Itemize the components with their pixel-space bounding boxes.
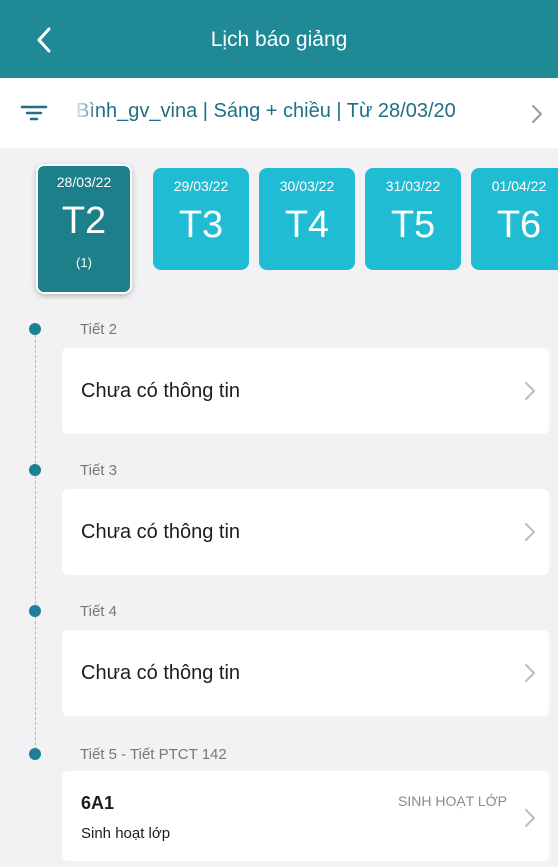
period-label: Tiết 2: [80, 321, 117, 338]
day-tab-t5[interactable]: 31/03/22 T5: [365, 168, 461, 270]
filter-summary-text: ị Bình_gv_vina | Sáng + chiều | Từ 28/03…: [72, 100, 456, 122]
timeline-dot: [29, 605, 41, 617]
timeline-dot: [29, 464, 41, 476]
chevron-right-icon: [525, 523, 535, 541]
filter-fade: [72, 96, 98, 130]
period-label: Tiết 5 - Tiết PTCT 142: [80, 746, 227, 763]
day-selector: 28/03/22 T2 (1) 29/03/22 T3 30/03/22 T4 …: [0, 150, 558, 300]
day-date: 01/04/22: [491, 178, 547, 194]
day-tab-t3[interactable]: 29/03/22 T3: [153, 168, 249, 270]
chevron-right-icon: [525, 809, 535, 827]
lesson-type: SINH HOẠT LỚP: [398, 793, 507, 809]
day-label: T3: [178, 204, 224, 246]
chevron-right-icon[interactable]: [526, 102, 548, 126]
chevron-right-icon: [525, 382, 535, 400]
day-date: 30/03/22: [279, 178, 335, 194]
period-content: Chưa có thông tin: [81, 521, 241, 543]
lesson-class-name: 6A1: [81, 793, 115, 813]
day-label: T4: [284, 204, 330, 246]
day-label: T2: [61, 200, 107, 242]
day-label: T5: [390, 204, 436, 246]
day-tab-t2[interactable]: 28/03/22 T2 (1): [36, 164, 132, 294]
filter-icon[interactable]: [20, 101, 48, 125]
timeline-dot: [29, 748, 41, 760]
period-card[interactable]: Chưa có thông tin: [62, 348, 549, 434]
app-header: Lịch báo giảng: [0, 0, 558, 78]
day-count: (1): [76, 255, 92, 270]
timeline-line: [35, 330, 36, 755]
timeline-dot: [29, 323, 41, 335]
period-card[interactable]: Chưa có thông tin: [62, 630, 549, 716]
filter-summary[interactable]: ị Bình_gv_vina | Sáng + chiều | Từ 28/03…: [72, 100, 524, 130]
day-tab-t6[interactable]: 01/04/22 T6: [471, 168, 558, 270]
day-date: 31/03/22: [385, 178, 441, 194]
period-label: Tiết 4: [80, 603, 117, 620]
day-date: 29/03/22: [173, 178, 229, 194]
period-content: Chưa có thông tin: [81, 662, 241, 684]
period-content: Chưa có thông tin: [81, 380, 241, 402]
day-date: 28/03/22: [56, 174, 112, 190]
page-title: Lịch báo giảng: [210, 28, 348, 51]
chevron-right-icon: [525, 664, 535, 682]
period-card[interactable]: Chưa có thông tin: [62, 489, 549, 575]
lesson-name: Sinh hoạt lớp: [81, 825, 171, 842]
day-label: T6: [496, 204, 542, 246]
filter-bar[interactable]: ị Bình_gv_vina | Sáng + chiều | Từ 28/03…: [0, 78, 558, 148]
day-tab-t4[interactable]: 30/03/22 T4: [259, 168, 355, 270]
lesson-card[interactable]: 6A1 SINH HOẠT LỚP Sinh hoạt lớp: [62, 771, 549, 861]
period-label: Tiết 3: [80, 462, 117, 479]
